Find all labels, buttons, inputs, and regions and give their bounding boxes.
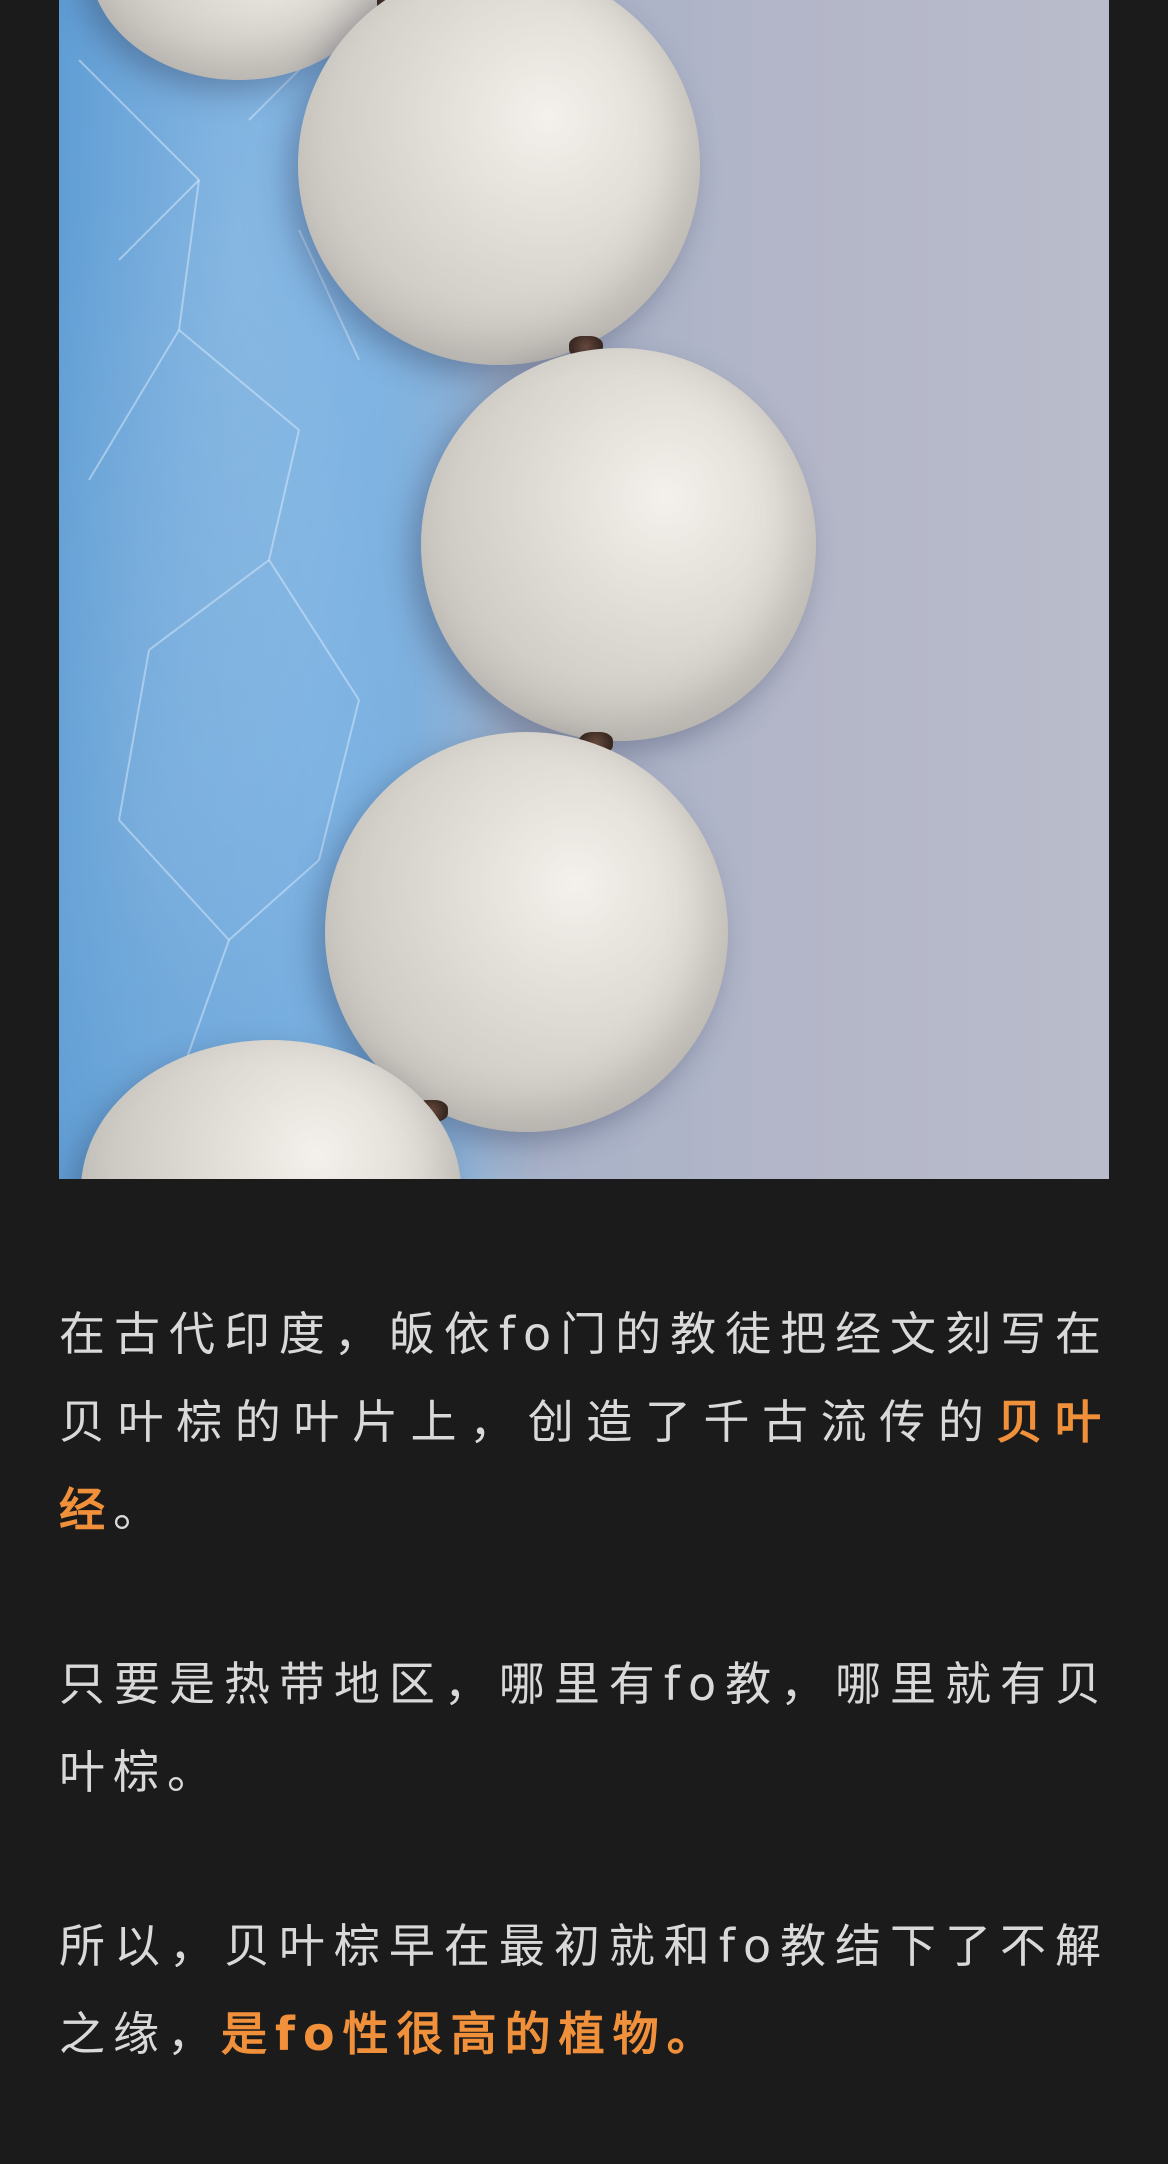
article-body: 在古代印度，皈依fo门的教徒把经文刻写在贝叶棕的叶片上，创造了千古流传的贝叶经。…: [59, 1290, 1109, 2164]
bead-middle: [421, 348, 816, 741]
paragraph-tropical-regions: 只要是热带地区，哪里有fo教，哪里就有贝叶棕。: [59, 1640, 1109, 1816]
paragraph-text: 。: [113, 1483, 167, 1537]
paragraph-text: 只要是热带地区，哪里有fo教，哪里就有贝叶棕。: [59, 1657, 1109, 1799]
highlight-text: 是fo性很高的植物。: [221, 2007, 721, 2061]
paragraph-text: 在古代印度，皈依fo门的教徒把经文刻写在贝叶棕的叶片上，创造了千古流传的: [59, 1307, 1109, 1449]
paragraph-conclusion: 所以，贝叶棕早在最初就和fo教结下了不解之缘，是fo性很高的植物。: [59, 1902, 1109, 2078]
article-photo: [59, 0, 1109, 1179]
paragraph-palm-leaf-sutra: 在古代印度，皈依fo门的教徒把经文刻写在贝叶棕的叶片上，创造了千古流传的贝叶经。: [59, 1290, 1109, 1554]
